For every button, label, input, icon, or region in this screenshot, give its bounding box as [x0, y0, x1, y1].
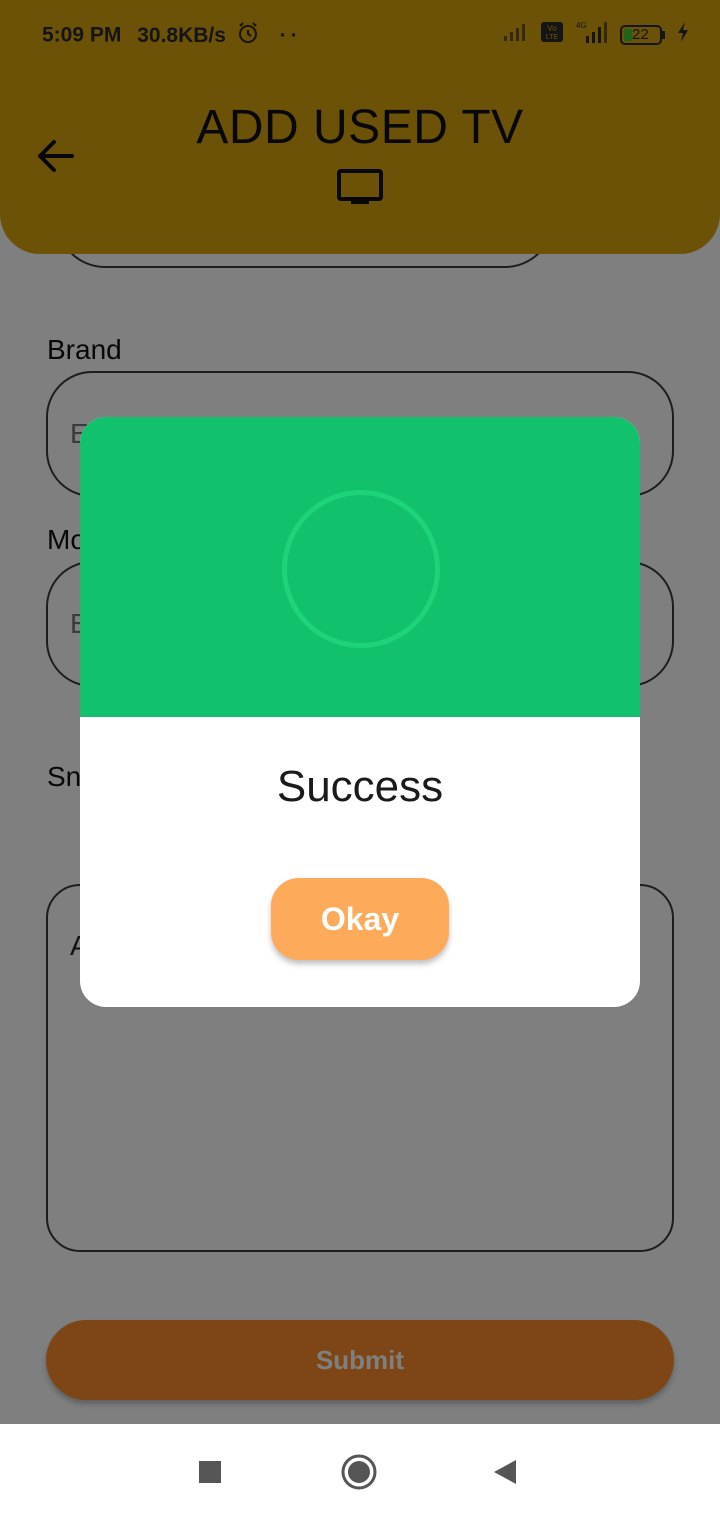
home-circle-icon[interactable] — [339, 1452, 379, 1492]
dialog-title: Success — [276, 762, 444, 811]
system-nav-bar — [0, 1424, 720, 1520]
screen: Brand E Mo E Sn A Submit 5:09 PM 30.8KB/… — [0, 0, 720, 1520]
success-dialog: Okay — [80, 417, 640, 1007]
back-triangle-icon[interactable] — [486, 1452, 526, 1492]
recents-square-icon[interactable] — [190, 1452, 230, 1492]
success-ring-icon — [282, 490, 440, 648]
okay-button[interactable]: Okay — [271, 878, 449, 960]
dialog-header — [80, 417, 640, 717]
